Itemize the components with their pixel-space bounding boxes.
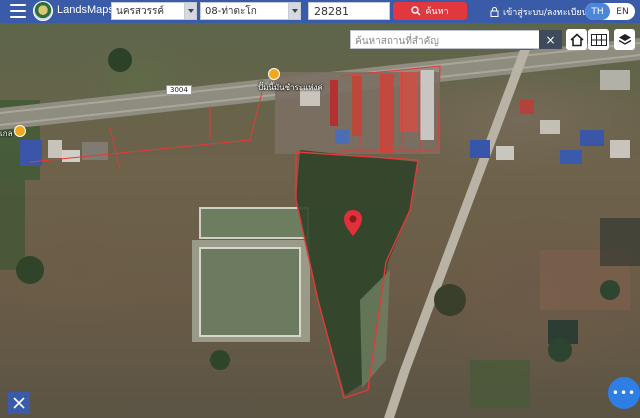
location-pin-icon[interactable] [343,209,363,237]
lock-icon [490,7,499,17]
gas-station-icon[interactable] [268,68,280,80]
parcel-number-input[interactable]: 28281 [308,2,390,20]
brand-name: LandsMaps [57,4,114,16]
home-button[interactable] [566,29,587,50]
lang-th-button[interactable]: TH [585,3,610,20]
layers-icon [618,33,631,45]
search-button-label: ค้นหา [425,7,449,17]
poi-left-icon[interactable] [14,125,26,137]
more-options-button[interactable]: ••• [608,377,640,409]
layers-button[interactable] [614,29,635,50]
chevron-down-icon[interactable] [184,3,196,19]
place-search-input[interactable]: ค้นหาสถานที่สำคัญ [350,30,562,49]
grid-icon [590,33,607,46]
poi-gas-station-label: ปั๊มนี้มันชำระแห่งค่ [258,83,323,92]
poi-left-label: เกล [0,129,13,138]
measure-tool-button[interactable] [8,392,30,414]
district-select[interactable]: 08-ท่าตะโก [200,2,301,20]
hamburger-menu-icon[interactable] [10,4,26,18]
login-label: เข้าสู่ระบบ/ลงทะเบียน [503,8,588,18]
top-bar: LandsMaps นครสวรรค์ 08-ท่าตะโก 28281 ค้น… [0,0,640,23]
satellite-map[interactable]: 3004 ปั๊มนี้มันชำระแห่งค่ เกล [0,0,640,418]
search-button[interactable]: ค้นหา [393,2,467,20]
search-icon [411,6,421,16]
app-logo [33,1,53,21]
chevron-down-icon[interactable] [288,3,300,19]
map-imagery [0,38,640,418]
district-select-value: 08-ท่าตะโก [205,6,257,17]
lang-en-button[interactable]: EN [610,3,635,20]
province-select-value: นครสวรรค์ [116,6,165,17]
login-link[interactable]: เข้าสู่ระบบ/ลงทะเบียน [490,5,588,19]
province-select[interactable]: นครสวรรค์ [111,2,197,20]
road-shield-3004: 3004 [166,85,192,95]
home-icon [569,32,584,46]
grid-view-button[interactable] [588,29,609,50]
language-toggle[interactable]: TH EN [585,3,635,20]
close-icon[interactable]: × [539,30,562,49]
crossed-tools-icon [13,397,25,409]
